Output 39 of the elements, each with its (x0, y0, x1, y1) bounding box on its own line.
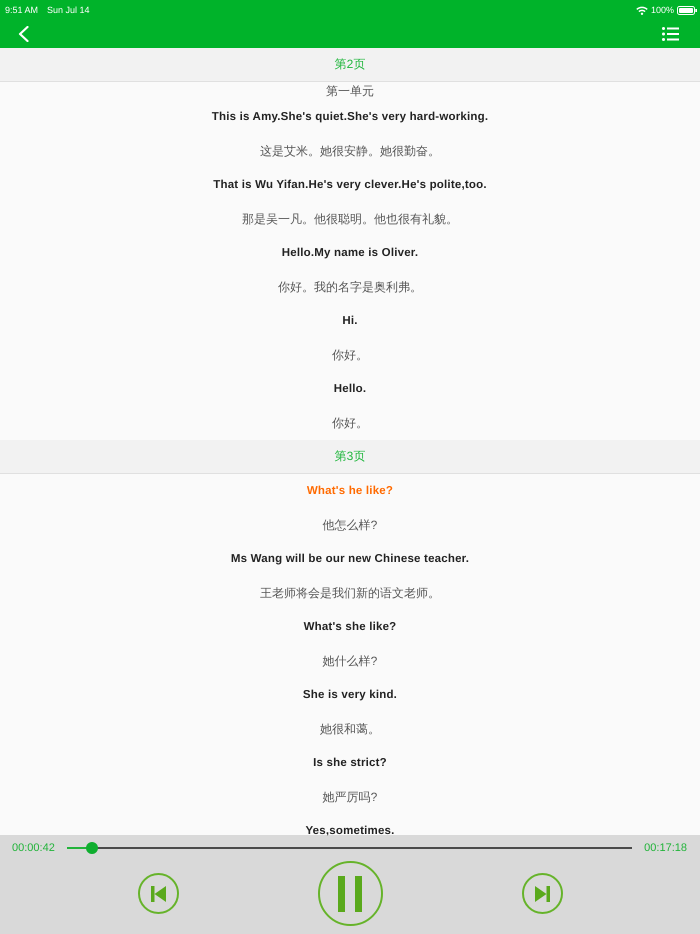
sentence-text[interactable]: Ms Wang will be our new Chinese teacher. (230, 553, 470, 565)
translation-text: 你好。 (332, 346, 368, 364)
list-icon[interactable] (662, 27, 679, 41)
status-date: Sun Jul 14 (47, 5, 90, 15)
skip-back-icon (150, 886, 166, 902)
slider-thumb[interactable] (86, 842, 98, 854)
section-header: 第2页 (0, 48, 700, 82)
pause-button[interactable] (318, 861, 382, 926)
translation-text: 你好。我的名字是奥利弗。 (278, 278, 422, 296)
battery-icon (677, 6, 697, 14)
translation-text: 他怎么样? (322, 516, 378, 534)
battery-percent: 100% (650, 5, 674, 15)
translation-text: 这是艾米。她很安静。她很勤奋。 (260, 142, 440, 160)
sentence-text[interactable]: That is Wu Yifan.He's very clever.He's polite,too. (213, 179, 487, 191)
sentence-text[interactable]: Hello.My name is Oliver. (282, 247, 418, 259)
translation-text: 她严厉吗? (322, 788, 378, 806)
translation-text: 你好。 (332, 414, 368, 432)
wifi-icon (636, 6, 648, 14)
section-header: 第3页 (0, 440, 700, 474)
status-time: 9:51 AM (5, 5, 38, 15)
next-button[interactable] (522, 873, 562, 914)
translation-text: 那是吴一凡。他很聪明。他也很有礼貌。 (242, 210, 458, 228)
sentence-text[interactable]: She is very kind. (302, 689, 398, 701)
back-icon[interactable] (18, 26, 29, 42)
sentence-text[interactable]: What's she like? (304, 621, 396, 633)
sentence-text[interactable]: Yes,sometimes. (305, 825, 395, 837)
previous-button[interactable] (138, 873, 178, 914)
translation-text[interactable]: 第一单元 (326, 82, 374, 100)
total-time: 00:17:18 (644, 842, 687, 854)
elapsed-time: 00:00:42 (12, 842, 55, 854)
sentence-text[interactable]: This is Amy.She's quiet.She's very hard-working. (212, 111, 488, 123)
skip-forward-icon (534, 886, 550, 902)
sentence-text[interactable]: Is she strict? (313, 757, 387, 769)
translation-text: 王老师将会是我们新的语文老师。 (260, 584, 440, 602)
progress-slider[interactable] (66, 842, 632, 854)
sentence-text[interactable]: Hello. (334, 383, 366, 395)
sentence-text[interactable]: Hi. (342, 315, 358, 327)
translation-text: 她什么样? (322, 652, 378, 670)
translation-text: 她很和蔼。 (320, 720, 380, 738)
